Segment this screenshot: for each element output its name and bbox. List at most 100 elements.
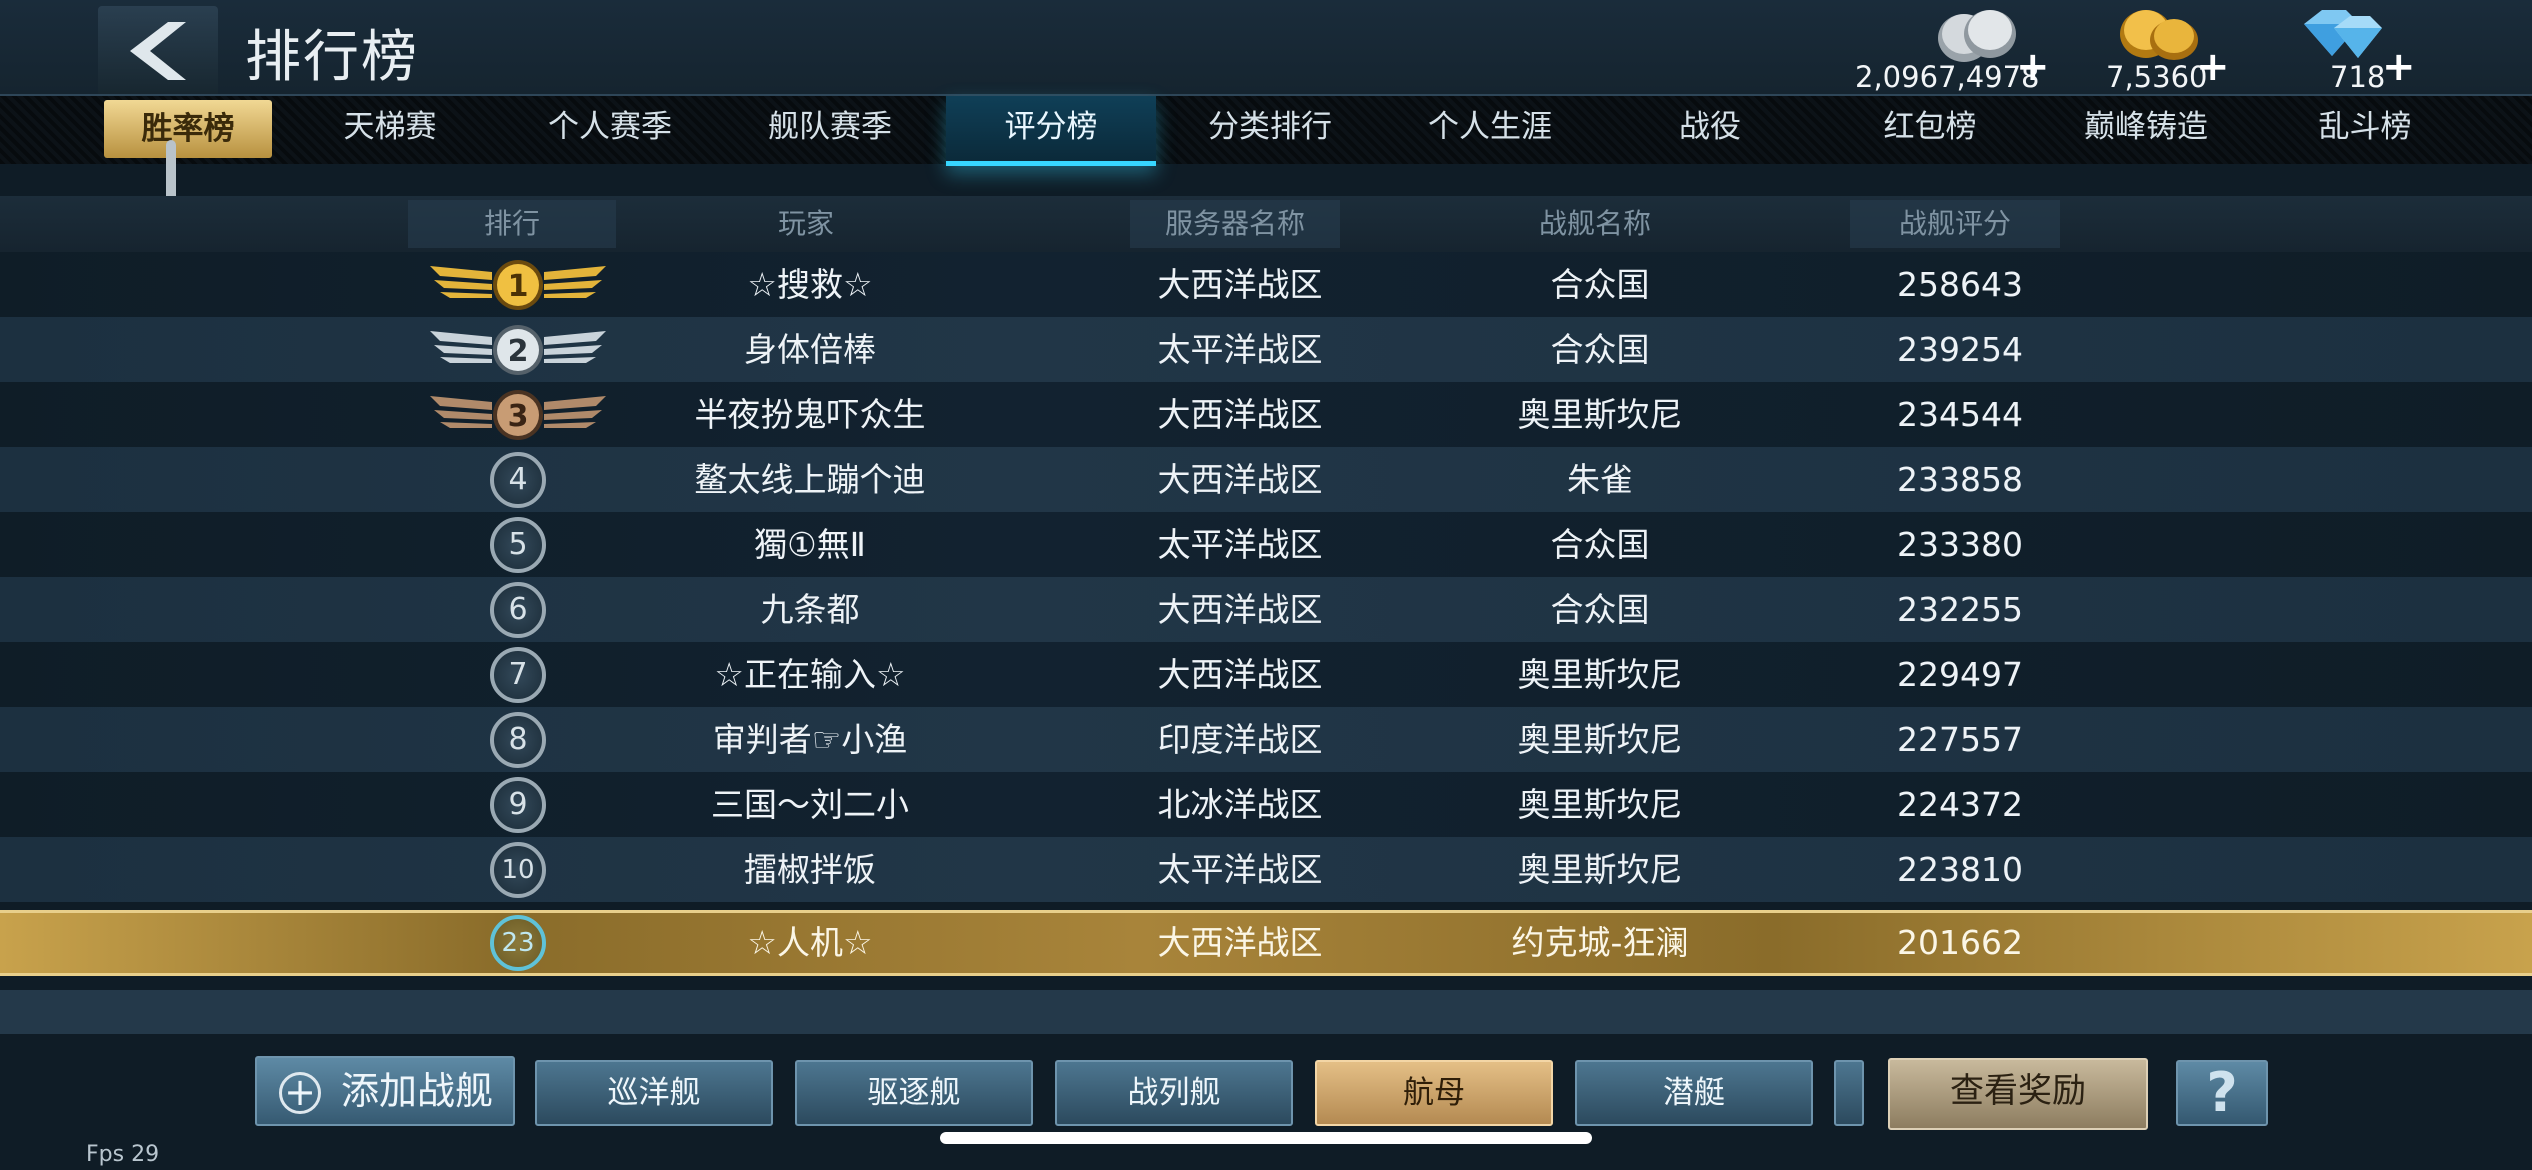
player-name: 九条都 bbox=[760, 590, 860, 629]
rank-badge: 8 bbox=[490, 712, 546, 768]
tab-brawl[interactable]: 乱斗榜 bbox=[2275, 96, 2455, 166]
gold-medal-icon: 1 bbox=[430, 260, 606, 310]
ship-name: 合众国 bbox=[1550, 330, 1650, 369]
back-button[interactable] bbox=[98, 6, 218, 96]
player-name: 鳌太线上蹦个迪 bbox=[694, 460, 926, 499]
ship-name: 奥里斯坎尼 bbox=[1517, 395, 1683, 434]
silver-currency[interactable]: 2,0967,4978 + bbox=[1850, 4, 2050, 94]
tab-fleet-season[interactable]: 舰队赛季 bbox=[740, 96, 920, 166]
rank-badge: 7 bbox=[490, 647, 546, 703]
table-header: 排行 玩家 服务器名称 战舰名称 战舰评分 bbox=[0, 196, 2532, 252]
help-button[interactable]: ? bbox=[2176, 1060, 2268, 1126]
add-ship-button[interactable]: + 添加战舰 bbox=[255, 1056, 515, 1126]
ship-score: 232255 bbox=[1897, 590, 2023, 629]
server-name: 大西洋战区 bbox=[1157, 460, 1323, 499]
ship-name: 奥里斯坎尼 bbox=[1517, 655, 1683, 694]
category-cruiser-button[interactable]: 巡洋舰 bbox=[535, 1060, 773, 1126]
table-row[interactable]: 3 半夜扮鬼吓众生 大西洋战区 奥里斯坎尼 234544 bbox=[0, 382, 2532, 447]
server-name: 大西洋战区 bbox=[1157, 265, 1323, 304]
view-rewards-button[interactable]: 查看奖励 bbox=[1888, 1058, 2148, 1130]
tab-bar: 胜率榜 天梯赛 个人赛季 舰队赛季 评分榜 分类排行 个人生涯 战役 红包榜 巅… bbox=[0, 94, 2532, 166]
ship-name: 奥里斯坎尼 bbox=[1517, 785, 1683, 824]
gold-amount: 7,5360 bbox=[2106, 60, 2208, 94]
home-indicator[interactable] bbox=[940, 1132, 1592, 1144]
ship-score: 224372 bbox=[1897, 785, 2023, 824]
server-name: 北冰洋战区 bbox=[1157, 785, 1323, 824]
diamond-icon bbox=[2304, 10, 2382, 58]
category-carrier-button[interactable]: 航母 bbox=[1315, 1060, 1553, 1126]
player-name: 半夜扮鬼吓众生 bbox=[694, 395, 926, 434]
player-name: 獨①無Ⅱ bbox=[754, 525, 866, 564]
my-ship-score: 201662 bbox=[1897, 923, 2023, 962]
table-row[interactable]: 1 ☆搜救☆ 大西洋战区 合众国 258643 bbox=[0, 252, 2532, 317]
category-battleship-button[interactable]: 战列舰 bbox=[1055, 1060, 1293, 1126]
tab-campaign[interactable]: 战役 bbox=[1620, 96, 1800, 166]
ship-name: 奥里斯坎尼 bbox=[1517, 720, 1683, 759]
diamond-amount: 718 bbox=[2330, 60, 2386, 94]
rank-badge: 4 bbox=[490, 452, 546, 508]
ship-score: 239254 bbox=[1897, 330, 2023, 369]
player-name: ☆正在输入☆ bbox=[714, 655, 906, 694]
panel-footer bbox=[0, 990, 2532, 1034]
rank-badge: 5 bbox=[490, 517, 546, 573]
category-submarine-button[interactable]: 潜艇 bbox=[1575, 1060, 1813, 1126]
tab-red-packet[interactable]: 红包榜 bbox=[1840, 96, 2020, 166]
server-name: 太平洋战区 bbox=[1157, 330, 1323, 369]
svg-text:2: 2 bbox=[508, 334, 529, 369]
tab-score[interactable]: 评分榜 bbox=[946, 96, 1156, 166]
svg-text:3: 3 bbox=[508, 399, 529, 434]
tab-peak-forge[interactable]: 巅峰铸造 bbox=[2056, 96, 2236, 166]
ship-score: 233380 bbox=[1897, 525, 2023, 564]
tab-winrate[interactable]: 胜率榜 bbox=[104, 100, 272, 158]
table-row[interactable]: 9 三国～刘二小 北冰洋战区 奥里斯坎尼 224372 bbox=[0, 772, 2532, 837]
gold-currency[interactable]: 7,5360 + bbox=[2100, 4, 2230, 94]
tab-career[interactable]: 个人生涯 bbox=[1400, 96, 1580, 166]
header-player: 玩家 bbox=[777, 207, 834, 240]
svg-text:1: 1 bbox=[508, 269, 529, 304]
diamond-add-icon[interactable]: + bbox=[2382, 44, 2416, 90]
ship-name: 合众国 bbox=[1550, 265, 1650, 304]
bronze-medal-icon: 3 bbox=[430, 390, 606, 440]
page-title: 排行榜 bbox=[245, 25, 419, 90]
back-arrow-icon bbox=[130, 22, 186, 80]
tab-category-ranking[interactable]: 分类排行 bbox=[1180, 96, 1360, 166]
player-name: ☆搜救☆ bbox=[747, 265, 873, 304]
ship-score: 258643 bbox=[1897, 265, 2023, 304]
table-row[interactable]: 4 鳌太线上蹦个迪 大西洋战区 朱雀 233858 bbox=[0, 447, 2532, 512]
silver-coin-icon bbox=[1938, 10, 2016, 62]
table-row[interactable]: 2 身体倍棒 太平洋战区 合众国 239254 bbox=[0, 317, 2532, 382]
my-rank-badge: 23 bbox=[490, 915, 546, 971]
tab-ladder[interactable]: 天梯赛 bbox=[300, 96, 480, 166]
ship-score: 234544 bbox=[1897, 395, 2023, 434]
category-destroyer-button[interactable]: 驱逐舰 bbox=[795, 1060, 1033, 1126]
player-name: 身体倍棒 bbox=[744, 330, 876, 369]
my-player-name: ☆人机☆ bbox=[747, 923, 873, 962]
server-name: 太平洋战区 bbox=[1157, 525, 1323, 564]
fps-counter: Fps 29 bbox=[86, 1142, 160, 1167]
tab-personal-season[interactable]: 个人赛季 bbox=[520, 96, 700, 166]
gold-add-icon[interactable]: + bbox=[2196, 44, 2230, 90]
silver-add-icon[interactable]: + bbox=[2016, 44, 2050, 90]
ship-score: 229497 bbox=[1897, 655, 2023, 694]
category-scroll-stub[interactable] bbox=[1834, 1060, 1864, 1126]
table-row[interactable]: 6 九条都 大西洋战区 合众国 232255 bbox=[0, 577, 2532, 642]
add-ship-label: 添加战舰 bbox=[341, 1069, 494, 1113]
my-rank-row[interactable]: 23 ☆人机☆ 大西洋战区 约克城-狂澜 201662 bbox=[0, 910, 2532, 976]
ship-name: 朱雀 bbox=[1567, 460, 1633, 499]
header-score: 战舰评分 bbox=[1850, 200, 2060, 248]
table-row[interactable]: 7 ☆正在输入☆ 大西洋战区 奥里斯坎尼 229497 bbox=[0, 642, 2532, 707]
header-ship: 战舰名称 bbox=[1538, 207, 1651, 240]
table-row[interactable]: 10 擂椒拌饭 太平洋战区 奥里斯坎尼 223810 bbox=[0, 837, 2532, 902]
my-server-name: 大西洋战区 bbox=[1157, 923, 1323, 962]
server-name: 大西洋战区 bbox=[1157, 590, 1323, 629]
server-name: 印度洋战区 bbox=[1157, 720, 1323, 759]
player-name: 三国～刘二小 bbox=[711, 785, 909, 824]
server-name: 大西洋战区 bbox=[1157, 655, 1323, 694]
table-row[interactable]: 8 审判者☞小渔 印度洋战区 奥里斯坎尼 227557 bbox=[0, 707, 2532, 772]
table-row[interactable]: 5 獨①無Ⅱ 太平洋战区 合众国 233380 bbox=[0, 512, 2532, 577]
diamond-currency[interactable]: 718 + bbox=[2290, 4, 2416, 94]
ship-score: 233858 bbox=[1897, 460, 2023, 499]
server-name: 太平洋战区 bbox=[1157, 850, 1323, 889]
player-name: 擂椒拌饭 bbox=[744, 850, 876, 889]
rank-badge: 9 bbox=[490, 777, 546, 833]
